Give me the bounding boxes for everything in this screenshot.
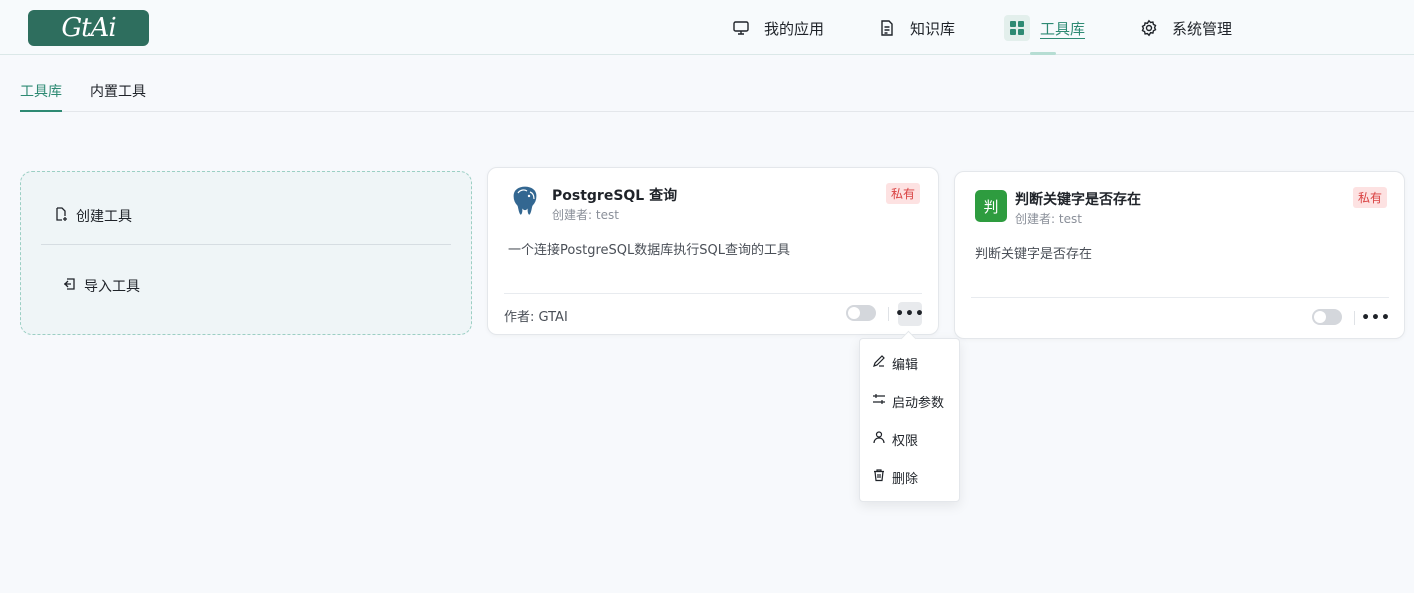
menu-item-startup-params[interactable]: 启动参数: [872, 391, 944, 411]
menu-item-permissions[interactable]: 权限: [872, 429, 918, 449]
create-tool-button[interactable]: 创建工具: [54, 206, 132, 226]
tab-builtin-tools[interactable]: 内置工具: [90, 82, 146, 112]
menu-item-edit[interactable]: 编辑: [872, 353, 918, 373]
nav-tools[interactable]: 工具库: [1004, 14, 1085, 42]
document-icon: [874, 15, 900, 41]
menu-item-label: 权限: [892, 433, 919, 449]
tool-card-keyword-check[interactable]: 判 判断关键字是否存在 创建者: test 私有 判断关键字是否存在 •••: [954, 171, 1405, 339]
gear-icon: [1136, 15, 1162, 41]
edit-icon: [872, 354, 886, 372]
ellipsis-icon: •••: [1361, 310, 1391, 326]
tool-title: 判断关键字是否存在: [1015, 192, 1141, 208]
card-divider: [504, 293, 922, 294]
trash-icon: [872, 468, 886, 486]
tool-enable-toggle[interactable]: [1312, 309, 1342, 325]
tab-bar: 工具库 内置工具: [20, 82, 1414, 112]
tab-tool-library[interactable]: 工具库: [20, 82, 62, 112]
create-tool-card: 创建工具 导入工具: [20, 171, 472, 335]
postgresql-elephant-icon: [508, 184, 542, 218]
card-divider: [971, 297, 1389, 298]
tool-card-postgresql[interactable]: PostgreSQL 查询 创建者: test 私有 一个连接PostgreSQ…: [487, 167, 939, 335]
sliders-icon: [872, 392, 886, 410]
tool-avatar-icon: 判: [975, 190, 1007, 222]
tool-author: 作者: GTAI: [504, 310, 568, 325]
user-icon: [872, 430, 886, 448]
top-header: GtAi 我的应用 知识库 工具库 系统管理: [0, 0, 1414, 55]
import-tool-label: 导入工具: [84, 279, 140, 295]
more-options-button[interactable]: •••: [895, 302, 925, 326]
tool-description: 判断关键字是否存在: [975, 247, 1093, 262]
create-tool-label: 创建工具: [76, 209, 132, 225]
grid-icon: [1004, 15, 1030, 41]
divider: [41, 244, 451, 245]
menu-item-delete[interactable]: 删除: [872, 467, 918, 487]
private-badge: 私有: [1353, 187, 1388, 208]
tool-options-menu: 编辑 启动参数 权限 删除: [859, 338, 960, 502]
logo[interactable]: GtAi: [28, 10, 149, 46]
menu-item-label: 启动参数: [892, 395, 945, 411]
menu-item-label: 删除: [892, 471, 919, 487]
nav-label: 系统管理: [1172, 19, 1233, 38]
tool-enable-toggle[interactable]: [846, 305, 876, 321]
nav-label: 知识库: [910, 19, 956, 38]
nav-my-apps[interactable]: 我的应用: [728, 14, 824, 42]
import-icon: [62, 277, 76, 295]
vertical-separator: [1354, 311, 1355, 325]
import-tool-button[interactable]: 导入工具: [62, 276, 140, 296]
ellipsis-icon: •••: [895, 306, 925, 322]
tool-creator: 创建者: test: [1015, 212, 1082, 226]
tool-description: 一个连接PostgreSQL数据库执行SQL查询的工具: [508, 243, 790, 258]
nav-knowledge-base[interactable]: 知识库: [874, 14, 955, 42]
private-badge: 私有: [886, 183, 921, 204]
tool-creator: 创建者: test: [552, 208, 619, 222]
logo-text: GtAi: [61, 13, 116, 43]
monitor-icon: [728, 15, 754, 41]
menu-item-label: 编辑: [892, 357, 919, 373]
vertical-separator: [888, 307, 889, 321]
tool-avatar-text: 判: [983, 197, 999, 216]
more-options-button[interactable]: •••: [1361, 306, 1391, 330]
new-file-icon: [54, 207, 68, 225]
nav-system-management[interactable]: 系统管理: [1136, 14, 1232, 42]
nav-label: 我的应用: [764, 19, 825, 38]
tool-title: PostgreSQL 查询: [552, 188, 678, 204]
nav-active-indicator: [1030, 52, 1056, 55]
nav-label: 工具库: [1040, 19, 1086, 38]
